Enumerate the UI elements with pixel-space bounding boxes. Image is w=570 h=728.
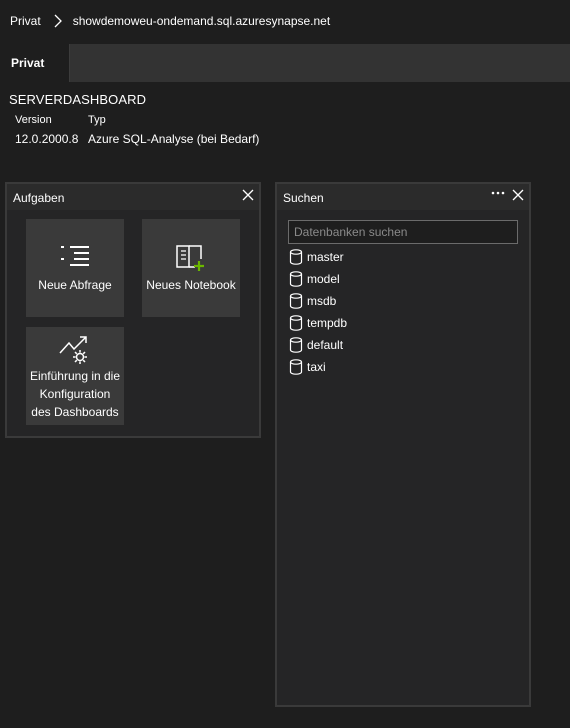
new-notebook-icon [142,243,240,273]
database-item-default[interactable]: default [289,335,343,355]
close-icon[interactable] [242,189,254,201]
breadcrumb-server[interactable]: showdemoweu-ondemand.sql.azuresynapse.ne… [73,14,331,28]
database-item-tempdb[interactable]: tempdb [289,313,347,333]
close-icon[interactable] [512,189,524,201]
tasks-widget-header: Aufgaben [7,184,259,210]
configure-dashboard-icon [26,333,124,365]
more-actions-icon[interactable] [491,188,505,198]
database-item-model[interactable]: model [289,269,340,289]
tab-privat[interactable]: Privat [0,44,70,82]
configure-dashboard-label-line-2: Konfiguration [39,387,111,401]
database-icon [289,337,303,353]
database-icon [289,249,303,265]
configure-dashboard-button[interactable]: Einführung in die Konfiguration des Dash… [26,327,124,425]
database-icon [289,315,303,331]
type-value: Azure SQL-Analyse (bei Bedarf) [88,132,260,146]
database-name: model [307,272,340,286]
tasks-widget-title: Aufgaben [13,191,65,205]
new-query-icon [26,244,124,270]
database-item-msdb[interactable]: msdb [289,291,336,311]
database-name: default [307,338,344,352]
database-name: msdb [307,294,337,308]
configure-dashboard-label-line-1: Einführung in die [29,369,121,383]
version-label: Version [15,114,52,126]
database-icon [289,359,303,375]
search-widget-title: Suchen [283,191,324,205]
breadcrumb-root[interactable]: Privat [10,14,41,28]
tab-bar: Privat [0,44,570,82]
database-icon [289,293,303,309]
search-widget: Suchen master model msdb tempdb default … [275,182,531,707]
database-name: master [307,250,344,264]
database-icon [289,271,303,287]
type-label: Typ [88,114,106,126]
configure-dashboard-label-line-3: des Dashboards [31,405,119,419]
database-item-taxi[interactable]: taxi [289,357,326,377]
breadcrumb: Privat showdemoweu-ondemand.sql.azuresyn… [0,0,570,42]
new-notebook-label: Neues Notebook [146,278,236,292]
new-query-button[interactable]: Neue Abfrage [26,219,124,317]
search-widget-header: Suchen [277,184,529,210]
new-notebook-button[interactable]: Neues Notebook [142,219,240,317]
chevron-right-icon [54,14,62,28]
database-name: tempdb [307,316,348,330]
database-item-master[interactable]: master [289,247,344,267]
database-name: taxi [307,360,326,374]
database-search-input[interactable] [288,220,518,244]
page-title: SERVERDASHBOARD [9,92,147,107]
version-value: 12.0.2000.8 [15,132,79,146]
new-query-label: Neue Abfrage [38,278,112,292]
tasks-widget: Aufgaben Neue Abfrage Neues Notebook Ein… [5,182,261,438]
